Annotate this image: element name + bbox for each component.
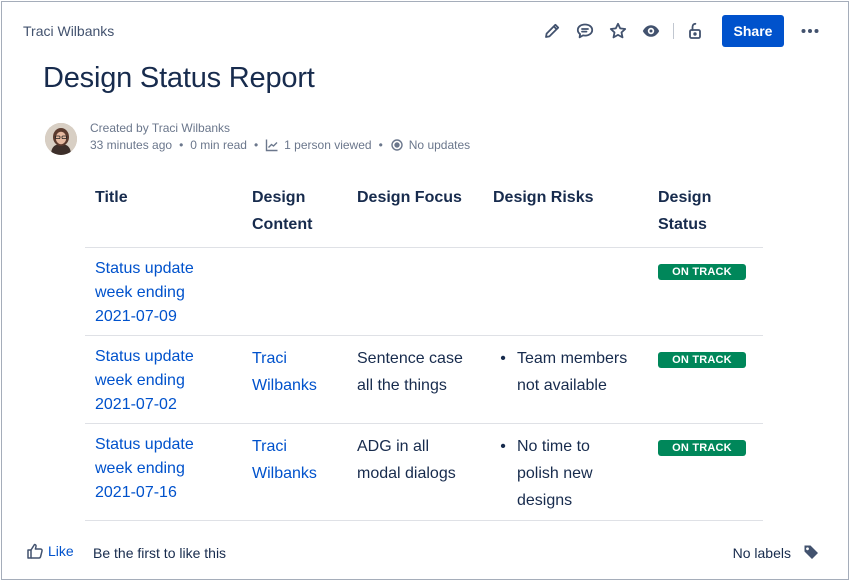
user-mention-link[interactable]: Traci Wilbanks (252, 438, 317, 482)
page-frame: Traci Wilbanks Share Design Status Repor… (1, 1, 849, 580)
tag-icon[interactable] (802, 543, 820, 561)
views-count[interactable]: 1 person viewed (284, 138, 371, 152)
updates-icon (390, 138, 404, 152)
like-button[interactable]: Like (26, 542, 74, 560)
header-title: Title (95, 189, 128, 206)
cell-design-status: ON TRACK (648, 334, 763, 423)
labels-status: No labels (732, 545, 791, 561)
list-item: • No time to polish new designs (500, 437, 593, 509)
cell-design-content: Traci Wilbanks (242, 334, 347, 423)
thumbs-up-icon (27, 543, 43, 559)
eye-icon[interactable] (639, 19, 663, 43)
cell-design-content: Traci Wilbanks (242, 422, 347, 521)
created-by-text: Created by Traci Wilbanks (90, 121, 231, 135)
more-icon[interactable] (798, 19, 822, 43)
cell-design-content (242, 246, 347, 335)
like-prompt: Be the first to like this (93, 545, 227, 561)
separator-dot: • (378, 138, 383, 152)
analytics-icon (265, 138, 279, 152)
status-lozenge: ON TRACK (658, 439, 746, 456)
cell-title: Status update week ending 2021-07-09 (85, 246, 242, 335)
header-design-status: Design Status (658, 189, 712, 233)
cell-design-status: ON TRACK (648, 422, 763, 521)
page-footer: Like Be the first to like this No labels (2, 537, 850, 567)
user-mention-link[interactable]: Traci Wilbanks (252, 350, 317, 394)
page-metadata: 33 minutes ago • 0 min read • 1 person v… (90, 138, 470, 152)
time-ago: 33 minutes ago (90, 138, 173, 152)
cell-design-risks: • Team members not available (483, 334, 648, 423)
cell-title: Status update week ending 2021-07-16 (85, 422, 242, 521)
read-time: 0 min read (190, 138, 247, 152)
cell-design-status: ON TRACK (648, 246, 763, 335)
cell-design-focus (347, 246, 483, 335)
status-update-link[interactable]: Status update week ending 2021-07-09 (95, 257, 232, 329)
page-toolbar: Share (531, 15, 822, 47)
updates-status: No updates (408, 138, 471, 152)
status-lozenge: ON TRACK (658, 263, 746, 280)
like-label: Like (48, 543, 74, 559)
header-design-focus: Design Focus (357, 189, 462, 206)
list-item: • Team members not available (500, 349, 628, 394)
separator-dot: • (253, 138, 259, 152)
status-update-link[interactable]: Status update week ending 2021-07-02 (95, 345, 232, 417)
top-bar: Traci Wilbanks Share (2, 2, 850, 60)
breadcrumb-author[interactable]: Traci Wilbanks (23, 23, 114, 39)
header-design-content: Design Content (252, 189, 313, 233)
table-row: Status update week ending 2021-07-02 Tra… (85, 334, 763, 423)
cell-design-risks: • No time to polish new designs (483, 422, 648, 521)
avatar[interactable] (45, 123, 77, 155)
table-row: Status update week ending 2021-07-09 ON … (85, 246, 763, 335)
status-update-link[interactable]: Status update week ending 2021-07-16 (95, 433, 232, 505)
table-header-row: Title Design Content Design Focus Design … (85, 179, 763, 247)
cell-design-focus: Sentence case all the things (347, 334, 483, 423)
separator-dot: • (179, 138, 184, 152)
status-lozenge: ON TRACK (658, 351, 746, 368)
cell-title: Status update week ending 2021-07-02 (85, 334, 242, 423)
share-button[interactable]: Share (722, 15, 784, 47)
cell-design-risks (483, 246, 648, 335)
comment-icon[interactable] (573, 19, 597, 43)
status-table: Title Design Content Design Focus Design … (85, 179, 763, 521)
toolbar-divider (673, 23, 674, 39)
pencil-icon[interactable] (540, 19, 564, 43)
byline: Created by Traci Wilbanks 33 minutes ago… (45, 121, 645, 157)
header-design-risks: Design Risks (493, 189, 594, 206)
cell-design-focus: ADG in all modal dialogs (347, 422, 483, 521)
table-row: Status update week ending 2021-07-16 Tra… (85, 422, 763, 521)
unlock-icon[interactable] (683, 19, 707, 43)
star-icon[interactable] (606, 19, 630, 43)
page-title: Design Status Report (43, 62, 315, 94)
